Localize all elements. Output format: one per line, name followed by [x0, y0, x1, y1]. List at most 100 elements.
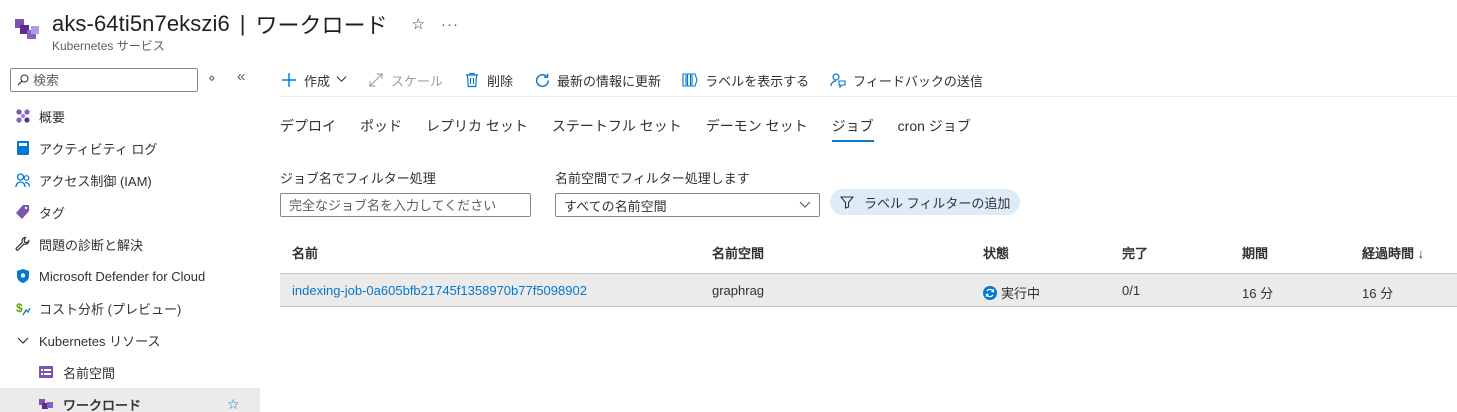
chevron-down-icon	[799, 198, 811, 213]
namespace-filter-label: 名前空間でフィルター処理します	[555, 171, 750, 186]
favorite-star-icon[interactable]: ☆	[412, 15, 425, 33]
sidebar-item-label: Microsoft Defender for Cloud	[39, 268, 206, 284]
delete-button[interactable]: 削除	[463, 71, 513, 90]
sidebar-item-label: タグ	[39, 205, 66, 221]
column-header-name[interactable]: 名前	[292, 243, 318, 262]
sidebar-item-label: ワークロード	[63, 397, 142, 412]
column-header-status[interactable]: 状態	[983, 243, 1009, 262]
sidebar-item-label: 名前空間	[63, 365, 116, 381]
feedback-label: フィードバックの送信	[853, 73, 983, 89]
shield-icon	[15, 268, 31, 284]
workload-icon	[38, 396, 54, 412]
sidebar: ⋄ « 概要 アクティビティ ログ アクセス制御 (IAM) タグ 問題の診断と…	[0, 62, 260, 412]
scale-label: スケール	[391, 73, 444, 89]
tab-replica-sets[interactable]: レプリカ セット	[426, 112, 528, 142]
scale-button[interactable]: スケール	[367, 71, 443, 90]
job-name-filter-input[interactable]	[280, 193, 531, 217]
toolbar-divider	[280, 96, 1457, 97]
column-header-duration[interactable]: 期間	[1242, 243, 1268, 262]
resource-name: aks-64ti5n7ekszi6	[52, 11, 230, 36]
activity-log-icon	[15, 140, 31, 156]
chevron-down-icon	[15, 332, 31, 348]
table-row[interactable]: indexing-job-0a605bfb21745f1358970b77f50…	[280, 274, 1457, 307]
delete-label: 削除	[487, 73, 514, 89]
tab-stateful-sets[interactable]: ステートフル セット	[552, 112, 682, 142]
feedback-icon	[829, 71, 847, 89]
refresh-label: 最新の情報に更新	[557, 73, 662, 89]
add-label-filter-button[interactable]: ラベル フィルターの追加	[830, 189, 1021, 215]
title-separator: |	[239, 11, 246, 36]
sidebar-item-overview[interactable]: 概要	[0, 100, 260, 132]
sidebar-item-activity-log[interactable]: アクティビティ ログ	[0, 132, 260, 164]
wrench-icon	[15, 236, 31, 252]
tag-icon	[15, 204, 31, 220]
command-bar: 作成 スケール 削除 最新の情報に更新 ラベルを表示する フィードバックの送信	[280, 66, 1003, 94]
refresh-icon	[533, 71, 551, 89]
job-duration: 16 分	[1242, 286, 1274, 301]
sidebar-item-diagnose[interactable]: 問題の診断と解決	[0, 228, 260, 260]
namespace-filter-dropdown[interactable]: すべての名前空間	[555, 193, 820, 217]
expand-collapse-icon[interactable]: ⋄	[208, 71, 216, 85]
cost-icon: $	[15, 300, 31, 316]
job-status: 実行中	[983, 283, 1040, 302]
sidebar-item-tags[interactable]: タグ	[0, 196, 260, 228]
chevron-down-icon	[336, 73, 347, 87]
resource-type: Kubernetes サービス	[52, 39, 165, 53]
sidebar-item-label: 概要	[39, 109, 66, 125]
filter-icon	[840, 195, 854, 209]
sidebar-item-label: コスト分析 (プレビュー)	[39, 301, 182, 317]
tab-daemon-sets[interactable]: デーモン セット	[706, 112, 808, 142]
svg-text:$: $	[16, 301, 23, 315]
namespace-icon	[38, 364, 54, 380]
overview-icon	[15, 108, 31, 124]
job-age: 16 分	[1362, 286, 1394, 301]
tab-deployments[interactable]: デプロイ	[280, 112, 336, 142]
sidebar-item-namespaces[interactable]: 名前空間	[0, 356, 260, 388]
plus-icon	[280, 71, 298, 89]
collapse-sidebar-icon[interactable]: «	[237, 68, 245, 85]
show-labels-button[interactable]: ラベルを表示する	[681, 71, 809, 90]
trash-icon	[463, 71, 481, 89]
sidebar-search-input[interactable]	[33, 72, 193, 88]
more-options-icon[interactable]: ···	[441, 16, 459, 33]
add-label-filter-label: ラベル フィルターの追加	[864, 195, 1011, 211]
job-name-link[interactable]: indexing-job-0a605bfb21745f1358970b77f50…	[292, 283, 587, 298]
sidebar-item-cost-analysis[interactable]: $ コスト分析 (プレビュー)	[0, 292, 260, 324]
namespace-filter-value: すべての名前空間	[564, 198, 667, 214]
job-namespace: graphrag	[712, 283, 765, 298]
sidebar-item-label: アクティビティ ログ	[39, 141, 158, 157]
title-row: aks-64ti5n7ekszi6 | ワークロード ☆ ···	[52, 8, 459, 40]
tab-pods[interactable]: ポッド	[360, 112, 402, 142]
show-labels-label: ラベルを表示する	[705, 73, 810, 89]
workload-tabs: デプロイ ポッド レプリカ セット ステートフル セット デーモン セット ジョ…	[280, 112, 995, 144]
create-label: 作成	[304, 73, 331, 89]
sidebar-item-label: アクセス制御 (IAM)	[39, 173, 152, 189]
sidebar-group-kubernetes-resources[interactable]: Kubernetes リソース	[0, 324, 260, 356]
page-header: aks-64ti5n7ekszi6 | ワークロード ☆ ··· Kuberne…	[14, 4, 714, 54]
labels-icon	[681, 71, 699, 89]
sidebar-item-defender[interactable]: Microsoft Defender for Cloud	[0, 260, 260, 292]
sidebar-item-label: Kubernetes リソース	[39, 333, 161, 349]
scale-arrows-icon	[367, 71, 385, 89]
job-completions: 0/1	[1122, 283, 1141, 298]
favorite-star-icon[interactable]: ☆	[227, 396, 240, 412]
tab-cron-jobs[interactable]: cron ジョブ	[898, 112, 971, 142]
iam-icon	[15, 172, 31, 188]
column-header-completions[interactable]: 完了	[1122, 243, 1148, 262]
sidebar-item-iam[interactable]: アクセス制御 (IAM)	[0, 164, 260, 196]
job-filter-label: ジョブ名でフィルター処理	[280, 171, 436, 186]
page-title: ワークロード	[255, 13, 388, 38]
sidebar-item-label: 問題の診断と解決	[39, 237, 144, 253]
create-button[interactable]: 作成	[280, 71, 347, 90]
search-icon	[17, 74, 29, 86]
tab-jobs[interactable]: ジョブ	[831, 112, 874, 142]
feedback-button[interactable]: フィードバックの送信	[829, 71, 983, 90]
refresh-button[interactable]: 最新の情報に更新	[533, 71, 661, 90]
sidebar-item-workloads[interactable]: ワークロード ☆	[0, 388, 260, 412]
column-header-age[interactable]: 経過時間 ↓	[1362, 243, 1424, 262]
job-status-label: 実行中	[1001, 286, 1041, 301]
kubernetes-service-icon	[15, 19, 39, 39]
sidebar-search[interactable]	[10, 68, 198, 92]
running-status-icon	[983, 286, 997, 300]
column-header-namespace[interactable]: 名前空間	[712, 243, 764, 262]
